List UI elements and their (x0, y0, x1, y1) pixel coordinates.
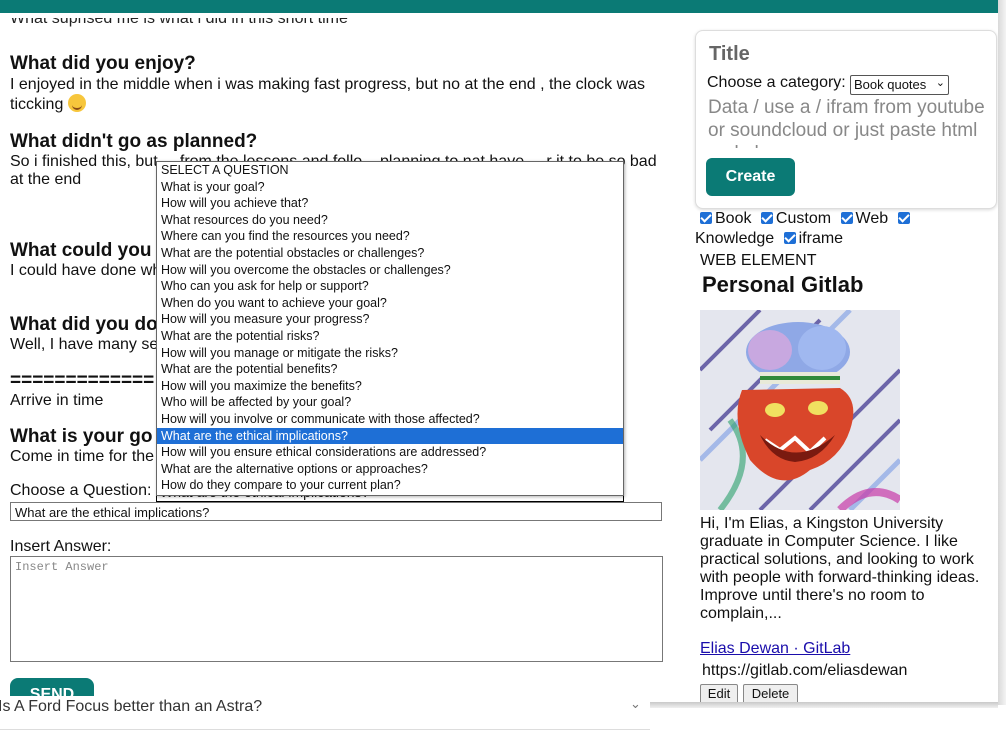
checkbox-web[interactable] (840, 212, 853, 224)
dropdown-option[interactable]: What are the potential obstacles or chal… (157, 245, 623, 262)
checkbox-label: Custom (775, 210, 832, 227)
web-element-type: WEB ELEMENT (700, 252, 817, 269)
web-element-description: Hi, I'm Elias, a Kingston University gra… (700, 515, 980, 622)
heading-separator: ============= (10, 370, 155, 391)
top-bar (0, 0, 998, 13)
dropdown-option[interactable]: How will you involve or communicate with… (157, 411, 623, 428)
dropdown-option[interactable]: How will you manage or mitigate the risk… (157, 345, 623, 362)
web-element-url: https://gitlab.com/eliasdewan (702, 662, 908, 679)
emoji-icon (67, 94, 86, 112)
dropdown-option[interactable]: How will you ensure ethical consideratio… (157, 444, 623, 461)
question-input[interactable]: What are the ethical implications? (10, 502, 662, 521)
dropdown-option[interactable]: What are the alternative options or appr… (157, 461, 623, 478)
checkbox-book[interactable] (700, 212, 712, 224)
dropdown-option[interactable]: What is your goal? (157, 179, 623, 196)
dropdown-option[interactable]: How do they compare to your current plan… (157, 477, 623, 494)
dropdown-option[interactable]: How will you measure your progress? (157, 311, 623, 328)
text-enjoy: I enjoyed in the middle when i was makin… (10, 76, 646, 113)
edit-button[interactable]: Edit (700, 684, 738, 702)
background-page-text: Is A Ford Focus better than an Astra? (0, 698, 263, 715)
checkbox-knowledge[interactable] (897, 212, 910, 224)
cut-off-text: What suprised me is what i did in this s… (10, 18, 348, 27)
category-select-value: Book quotes (854, 77, 927, 92)
delete-button[interactable]: Delete (743, 684, 798, 702)
card-title-input[interactable]: Title (709, 43, 750, 66)
chevron-down-icon: ⌄ (935, 77, 945, 89)
divider (0, 729, 650, 730)
checkbox-custom[interactable] (760, 212, 773, 224)
dropdown-option[interactable]: What resources do you need? (157, 212, 623, 229)
dropdown-option[interactable]: What are the potential risks? (157, 328, 623, 345)
dropdown-option[interactable]: Who can you ask for help or support? (157, 278, 623, 295)
heading-could: What could you (10, 240, 152, 261)
dropdown-option[interactable]: SELECT A QUESTION (157, 162, 623, 179)
checkbox-label: Knowledge (695, 230, 775, 247)
dropdown-option[interactable]: Who will be affected by your goal? (157, 394, 623, 411)
insert-answer-label: Insert Answer: (10, 538, 112, 555)
dropdown-option[interactable]: What are the potential benefits? (157, 361, 623, 378)
dropdown-option[interactable]: When do you want to achieve your goal? (157, 295, 623, 312)
dropdown-option[interactable]: Where can you find the resources you nee… (157, 228, 623, 245)
web-element-link[interactable]: Elias Dewan · GitLab (700, 640, 850, 658)
window-shadow-right (998, 0, 1006, 705)
create-button[interactable]: Create (706, 158, 795, 196)
dropdown-option[interactable]: How will you maximize the benefits? (157, 378, 623, 395)
heading-enjoy: What did you enjoy? (10, 53, 196, 74)
chevron-down-icon: ⌄ (630, 696, 641, 711)
question-dropdown-list[interactable]: SELECT A QUESTION What is your goal? How… (156, 161, 624, 496)
dropdown-option[interactable]: How will you achieve that? (157, 195, 623, 212)
checkbox-label: iframe (798, 230, 844, 247)
heading-didnt-go: What didn't go as planned? (10, 131, 258, 152)
create-card: Title Choose a category: Book quotes ⌄ D… (695, 30, 997, 209)
dropdown-option-selected[interactable]: What are the ethical implications? (157, 427, 623, 445)
data-textarea[interactable]: Data / use a / ifram from youtube or sou… (708, 96, 988, 148)
dropdown-option[interactable]: How will you overcome the obstacles or c… (157, 262, 623, 279)
avatar-image (700, 310, 900, 510)
filter-checkboxes: Book Custom Web Knowledge iframe (695, 209, 995, 249)
answer-textarea[interactable]: Insert Answer (10, 556, 663, 662)
background-page-strip: Is A Ford Focus better than an Astra? ⌄ (0, 696, 650, 735)
checkbox-iframe[interactable] (783, 232, 796, 244)
web-element-name: Personal Gitlab (702, 272, 864, 297)
checkbox-label: Web (855, 210, 889, 227)
main-area: What suprised me is what i did in this s… (0, 13, 998, 702)
checkbox-label: Book (715, 210, 752, 227)
heading-goal: What is your go (10, 426, 153, 447)
heading-did-you-do: What did you do (10, 314, 158, 335)
category-select[interactable]: Book quotes ⌄ (850, 75, 949, 95)
choose-question-label: Choose a Question: (10, 482, 152, 499)
category-label: Choose a category: (707, 74, 846, 91)
